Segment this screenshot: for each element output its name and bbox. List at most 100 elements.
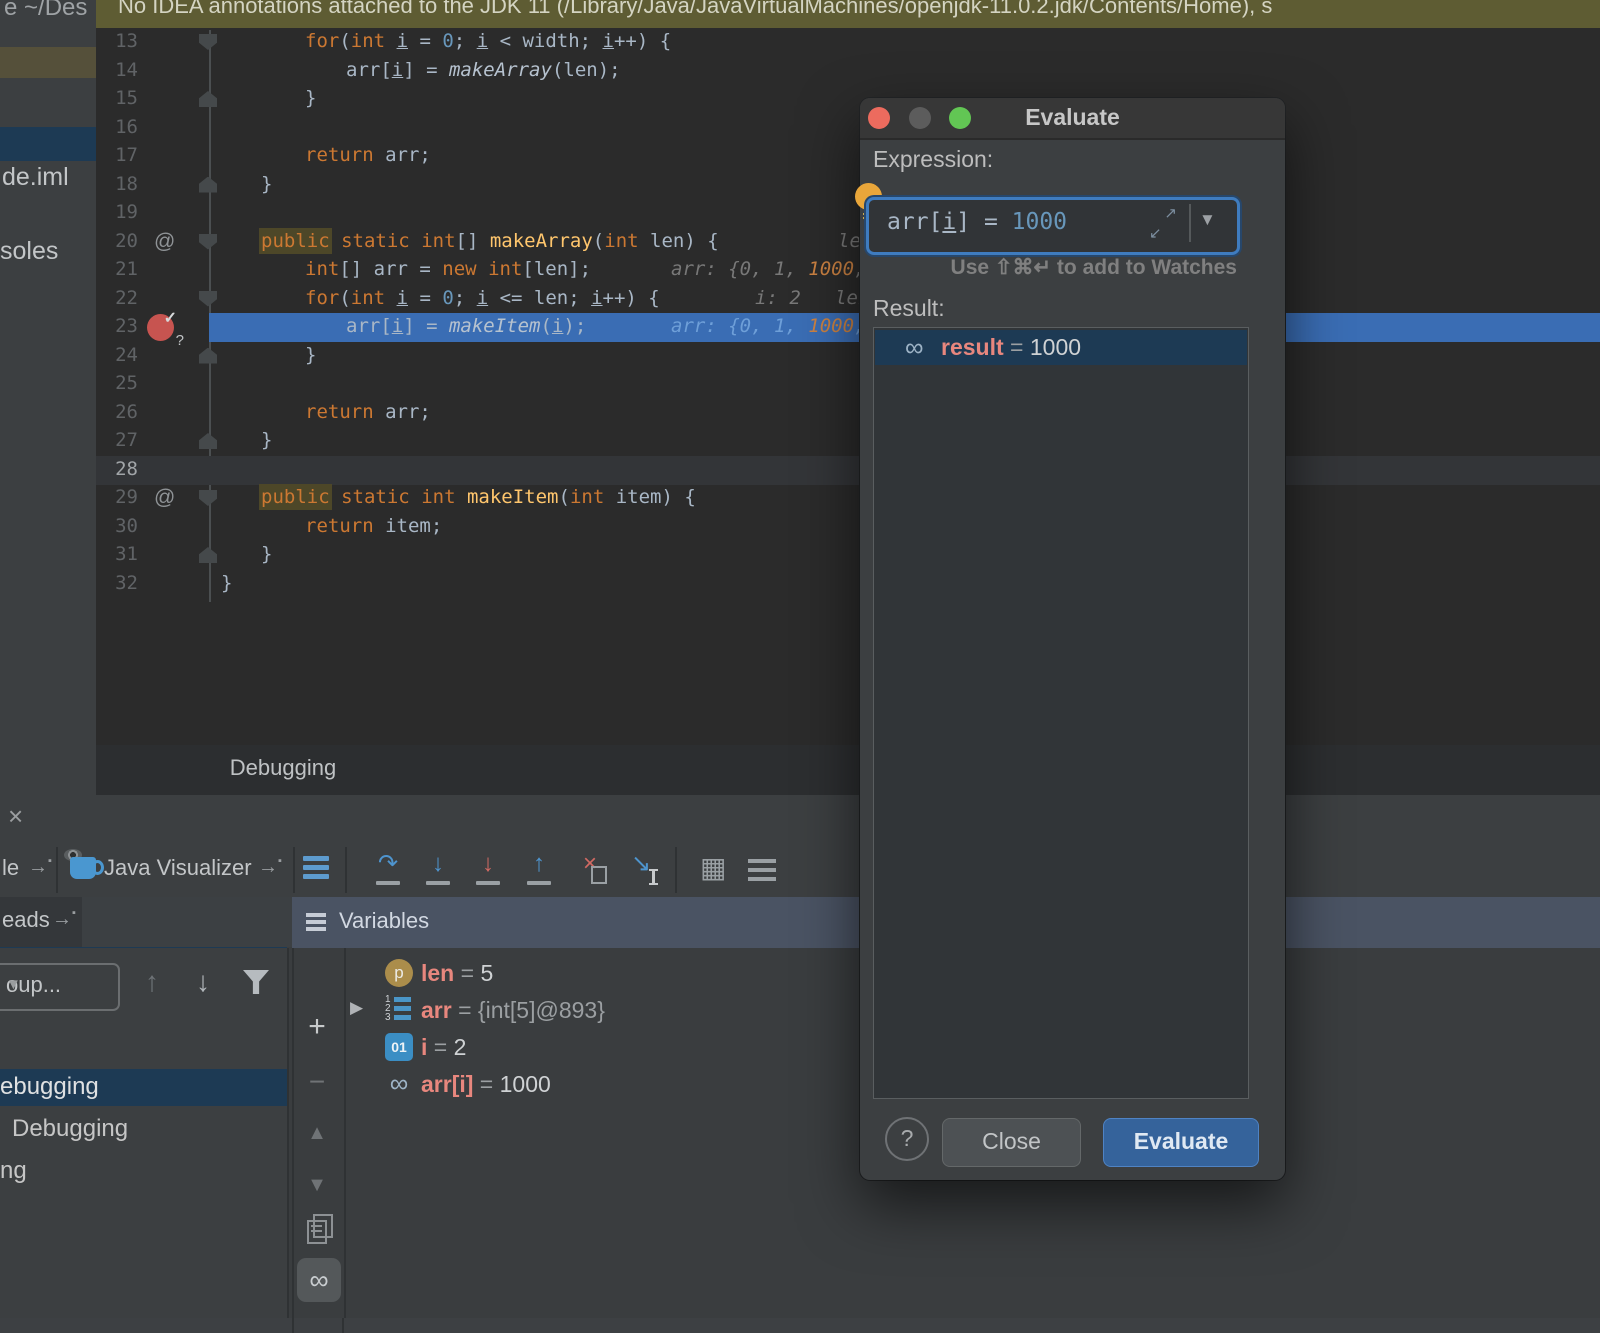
drop-frame-icon[interactable]: × [572,849,608,885]
fold-end-icon[interactable] [199,177,217,193]
move-watch-up-button[interactable]: ▲ [294,1122,340,1145]
project-row-selected[interactable] [0,127,96,161]
code-line-20[interactable]: 20@public static int[] makeArray(int len… [96,228,1600,257]
add-watch-button[interactable]: + [294,1010,340,1044]
visualizer-menu-icon[interactable] [303,852,329,883]
code-line-16[interactable]: 16 [96,114,1600,143]
hide-tab-icon[interactable]: →▪ [258,855,282,879]
line-number: 32 [96,572,138,594]
hide-tab-icon[interactable]: →▪ [28,855,52,879]
fold-start-icon[interactable] [199,234,217,250]
move-down-icon[interactable]: ↓ [196,966,210,998]
code-line-30[interactable]: 30return item; [96,513,1600,542]
fold-end-icon[interactable] [199,433,217,449]
hide-tab-icon[interactable]: →▪ [52,907,76,931]
thread-row[interactable]: Debugging [0,1111,287,1148]
fold-start-icon[interactable] [199,291,217,307]
expression-value: arr[i] = 1000 [887,209,1067,235]
remove-watch-button[interactable]: − [294,1066,340,1098]
code-line-15[interactable]: 15} [96,85,1600,114]
code-editor[interactable]: 13for(int i = 0; i < width; i++) {14arr[… [96,28,1600,745]
result-label: Result: [873,295,945,322]
strip-divider [342,1318,344,1333]
code-line-26[interactable]: 26return arr; [96,399,1600,428]
debug-toolbar: le →▪ Java Visualizer →▪ ↷ ↓ ↓ ↑ × ↘ ▦ [0,843,1600,898]
fold-end-icon[interactable] [199,547,217,563]
project-item-iml[interactable]: de.iml [2,163,69,192]
code-line-27[interactable]: 27} [96,427,1600,456]
line-number: 18 [96,173,138,195]
tab-threads-partial[interactable]: eads [2,907,50,933]
tab-threads-bg[interactable]: eads →▪ [0,897,82,947]
line-number: 27 [96,429,138,451]
close-icon[interactable]: × [8,801,23,832]
breakpoint-icon[interactable] [147,314,174,341]
group-dropdown[interactable]: oup... ▼ [0,963,120,1011]
fold-end-icon[interactable] [199,91,217,107]
step-into-icon[interactable]: ↓ [420,849,456,885]
code-text: return arr; [305,144,431,166]
code-line-19[interactable]: 19 [96,199,1600,228]
debug-session-label: Debugging [96,755,470,781]
expand-arrow-icon[interactable]: ▶ [350,998,363,1018]
code-line-17[interactable]: 17return arr; [96,142,1600,171]
duplicate-watch-icon[interactable] [307,1220,327,1244]
code-line-29[interactable]: 29@public static int makeItem(int item) … [96,484,1600,513]
fold-start-icon[interactable] [199,490,217,506]
int-type-icon: 01 [385,1033,413,1061]
code-line-25[interactable]: 25 [96,370,1600,399]
line-number: 21 [96,258,138,280]
move-up-icon[interactable]: ↑ [145,966,159,998]
run-to-cursor-icon[interactable]: ↘ [623,849,659,885]
result-text: result = 1000 [941,334,1081,361]
filter-icon[interactable] [243,970,269,994]
glasses-icon: ∞ [309,1265,328,1295]
result-row[interactable]: ∞ result = 1000 [875,330,1247,365]
panel-header-row: × [0,795,1600,844]
project-row-highlight[interactable] [0,47,96,78]
force-step-into-icon[interactable]: ↓ [470,849,506,885]
history-dropdown-icon[interactable]: ▼ [1199,210,1216,230]
move-watch-down-button[interactable]: ▼ [294,1174,340,1197]
thread-row[interactable]: ng [0,1153,287,1190]
evaluate-expression-icon[interactable]: ▦ [700,851,726,884]
result-panel[interactable]: ∞ result = 1000 [873,327,1249,1099]
annotation-icon[interactable]: @ [154,230,175,254]
annotation-icon[interactable]: @ [154,486,175,510]
code-text: for(int i = 0; i <= len; i++) { [305,287,660,309]
code-text: } [305,344,316,366]
show-watches-toggle[interactable]: ∞ [297,1258,341,1302]
project-item-consoles[interactable]: soles [0,237,58,266]
notification-banner[interactable]: No IDEA annotations attached to the JDK … [96,0,1600,28]
code-line-18[interactable]: 18} [96,171,1600,200]
help-button[interactable]: ? [885,1117,929,1161]
code-line-28[interactable]: 28 [96,456,1600,485]
fold-end-icon[interactable] [199,348,217,364]
layout-settings-icon[interactable] [748,859,776,881]
variables-menu-icon[interactable] [306,910,326,934]
close-button[interactable]: Close [942,1118,1081,1167]
code-line-32[interactable]: 32} [96,570,1600,599]
expand-editor-icon[interactable]: ↗↙ [1149,204,1177,242]
code-line-31[interactable]: 31} [96,541,1600,570]
step-out-icon[interactable]: ↑ [521,849,557,885]
evaluate-dialog: Evaluate Expression: arr[i] = 1000 ↗↙ ▼ … [860,98,1285,1180]
code-text: } [261,543,272,565]
tab-java-visualizer[interactable]: Java Visualizer [104,855,252,881]
line-number: 20 [96,230,138,252]
tab-console-partial[interactable]: le [2,855,19,881]
code-line-21[interactable]: 21int[] arr = new int[len];arr: {0, 1, 1… [96,256,1600,285]
code-line-23[interactable]: 23arr[i] = makeItem(i);arr: {0, 1, 1000,… [96,313,1600,342]
code-line-22[interactable]: 22for(int i = 0; i <= len; i++) {i: 2 le… [96,285,1600,314]
fold-start-icon[interactable] [199,34,217,50]
evaluate-button[interactable]: Evaluate [1103,1118,1259,1167]
dialog-titlebar[interactable]: Evaluate [860,98,1285,140]
step-over-icon[interactable]: ↷ [370,849,406,885]
code-text: for(int i = 0; i < width; i++) { [305,30,671,52]
panel-divider[interactable] [287,948,289,1318]
code-line-14[interactable]: 14arr[i] = makeArray(len); [96,57,1600,86]
code-line-24[interactable]: 24} [96,342,1600,371]
expression-input[interactable]: arr[i] = 1000 ↗↙ ▼ [866,197,1240,255]
thread-row[interactable]: ebugging [0,1069,287,1106]
code-line-13[interactable]: 13for(int i = 0; i < width; i++) { [96,28,1600,57]
